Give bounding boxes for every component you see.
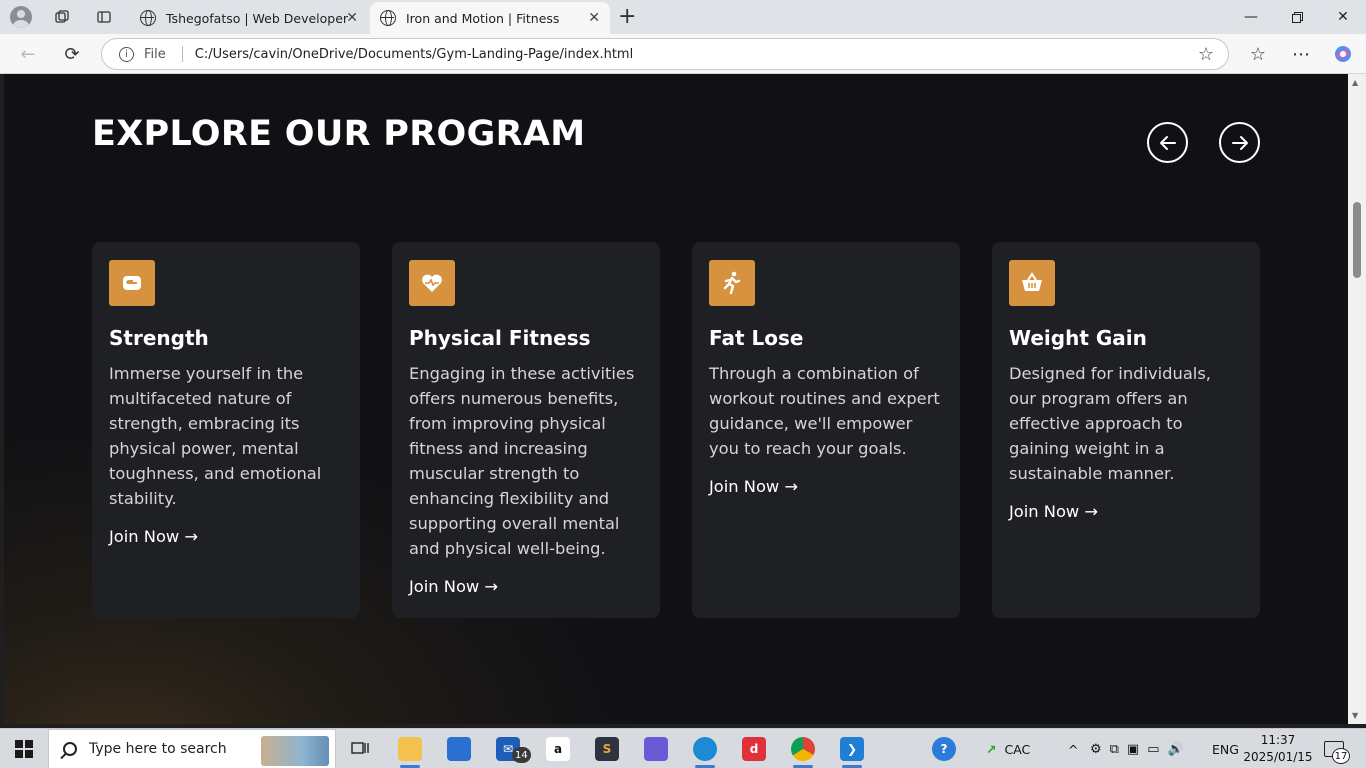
weather-text: CAC: [1004, 741, 1031, 757]
scroll-up-icon[interactable]: ▲: [1352, 78, 1358, 87]
taskbar: Type here to search ✉ a S d ❯ ? ↗ CAC ^ …: [0, 728, 1366, 768]
windows-start-icon[interactable]: [15, 740, 33, 758]
store-icon[interactable]: [447, 737, 471, 761]
card-description: Through a combination of workout routine…: [709, 364, 940, 458]
system-tray-icons[interactable]: ⚙⧉▣▭🔊: [1090, 729, 1192, 768]
section-heading: EXPLORE OUR PROGRAM: [92, 114, 586, 154]
next-button[interactable]: [1219, 122, 1260, 163]
favorite-star-icon[interactable]: ☆: [1198, 44, 1214, 65]
program-card-fat-lose: Fat Lose Through a combination of workou…: [692, 242, 960, 618]
program-card-strength: Strength Immerse yourself in the multifa…: [92, 242, 360, 618]
favorites-icon[interactable]: ☆: [1246, 42, 1270, 66]
profile-avatar-icon[interactable]: [10, 6, 32, 28]
search-icon: [63, 742, 77, 756]
tab-actions-icon[interactable]: [88, 1, 120, 33]
card-description: Immerse yourself in the multifaceted nat…: [109, 364, 322, 508]
card-title: Strength: [109, 326, 209, 350]
minimize-icon[interactable]: —: [1228, 0, 1274, 34]
tab-title: Iron and Motion | Fitness: [406, 10, 560, 26]
show-hidden-icons[interactable]: ^: [1068, 729, 1078, 768]
security-label: File: [144, 46, 166, 62]
weather-widget[interactable]: ↗ CAC: [986, 729, 1030, 768]
running-icon: [709, 260, 755, 306]
notification-count: 17: [1332, 748, 1350, 764]
globe-icon: [380, 10, 396, 26]
tab-web-developer[interactable]: Tshegofatso | Web Developer ✕: [130, 2, 368, 34]
amazon-icon[interactable]: a: [546, 737, 570, 761]
search-highlight-image: [261, 736, 329, 766]
stock-chart-icon: ↗: [986, 741, 997, 757]
join-now-link[interactable]: Join Now →: [709, 477, 798, 496]
close-tab-icon[interactable]: ✕: [588, 10, 600, 26]
arrow-right-icon: [1231, 135, 1248, 150]
heart-pulse-icon: [409, 260, 455, 306]
join-now-link[interactable]: Join Now →: [409, 577, 498, 596]
tab-iron-and-motion[interactable]: Iron and Motion | Fitness ✕: [370, 2, 610, 34]
edge-icon[interactable]: [693, 737, 717, 768]
program-card-weight-gain: Weight Gain Designed for individuals, ou…: [992, 242, 1260, 618]
join-now-link[interactable]: Join Now →: [1009, 502, 1098, 521]
tab-strip: Tshegofatso | Web Developer ✕ Iron and M…: [0, 0, 1366, 34]
divider: [181, 46, 183, 62]
restore-icon[interactable]: [1274, 0, 1320, 34]
arrow-left-icon: [1159, 135, 1176, 150]
language-indicator[interactable]: ENG: [1212, 729, 1239, 768]
page-viewport: EXPLORE OUR PROGRAM Strength Immerse you…: [4, 74, 1348, 724]
card-description: Designed for individuals, our program of…: [1009, 364, 1211, 483]
task-view-icon[interactable]: [348, 737, 372, 761]
help-icon[interactable]: ?: [932, 737, 956, 761]
refresh-icon[interactable]: ⟳: [60, 42, 84, 66]
card-title: Physical Fitness: [409, 326, 591, 350]
url-text: C:/Users/cavin/OneDrive/Documents/Gym-La…: [194, 46, 634, 62]
file-explorer-icon[interactable]: [398, 737, 422, 768]
scroll-down-icon[interactable]: ▼: [1352, 711, 1358, 720]
url-input[interactable]: i File C:/Users/cavin/OneDrive/Documents…: [101, 38, 1229, 70]
info-icon[interactable]: i: [119, 46, 134, 62]
basket-icon: [1009, 260, 1055, 306]
dstv-icon[interactable]: d: [742, 737, 766, 761]
prev-button[interactable]: [1147, 122, 1188, 163]
system-clock[interactable]: 11:37 2025/01/15: [1240, 732, 1316, 766]
close-window-icon[interactable]: ✕: [1320, 0, 1366, 34]
close-tab-icon[interactable]: ✕: [346, 10, 358, 26]
more-menu-icon[interactable]: ⋯: [1289, 42, 1313, 66]
search-placeholder: Type here to search: [89, 741, 227, 757]
card-description: Engaging in these activities offers nume…: [409, 364, 635, 558]
clock-date: 2025/01/15: [1243, 750, 1313, 764]
workspaces-icon[interactable]: [46, 1, 78, 33]
program-card-physical-fitness: Physical Fitness Engaging in these activ…: [392, 242, 660, 618]
back-icon[interactable]: ←: [16, 42, 40, 66]
scrollbar-thumb[interactable]: [1353, 202, 1361, 278]
clock-time: 11:37: [1260, 733, 1296, 747]
dumbbell-icon: [109, 260, 155, 306]
card-title: Weight Gain: [1009, 326, 1147, 350]
vscode-icon[interactable]: ❯: [840, 737, 864, 768]
globe-icon: [140, 10, 156, 26]
tab-title: Tshegofatso | Web Developer: [166, 10, 349, 26]
copilot-icon[interactable]: [1331, 42, 1355, 66]
join-now-link[interactable]: Join Now →: [109, 527, 198, 546]
sublime-text-icon[interactable]: S: [595, 737, 619, 761]
card-title: Fat Lose: [709, 326, 804, 350]
new-tab-icon[interactable]: +: [618, 4, 636, 29]
copilot-app-icon[interactable]: [644, 737, 668, 761]
page-scrollbar[interactable]: ▲ ▼: [1348, 74, 1366, 724]
taskbar-search-input[interactable]: Type here to search: [48, 729, 336, 768]
address-bar: ← ⟳ i File C:/Users/cavin/OneDrive/Docum…: [0, 34, 1366, 74]
chrome-icon[interactable]: [791, 737, 815, 768]
mail-badge: 14: [512, 747, 531, 763]
